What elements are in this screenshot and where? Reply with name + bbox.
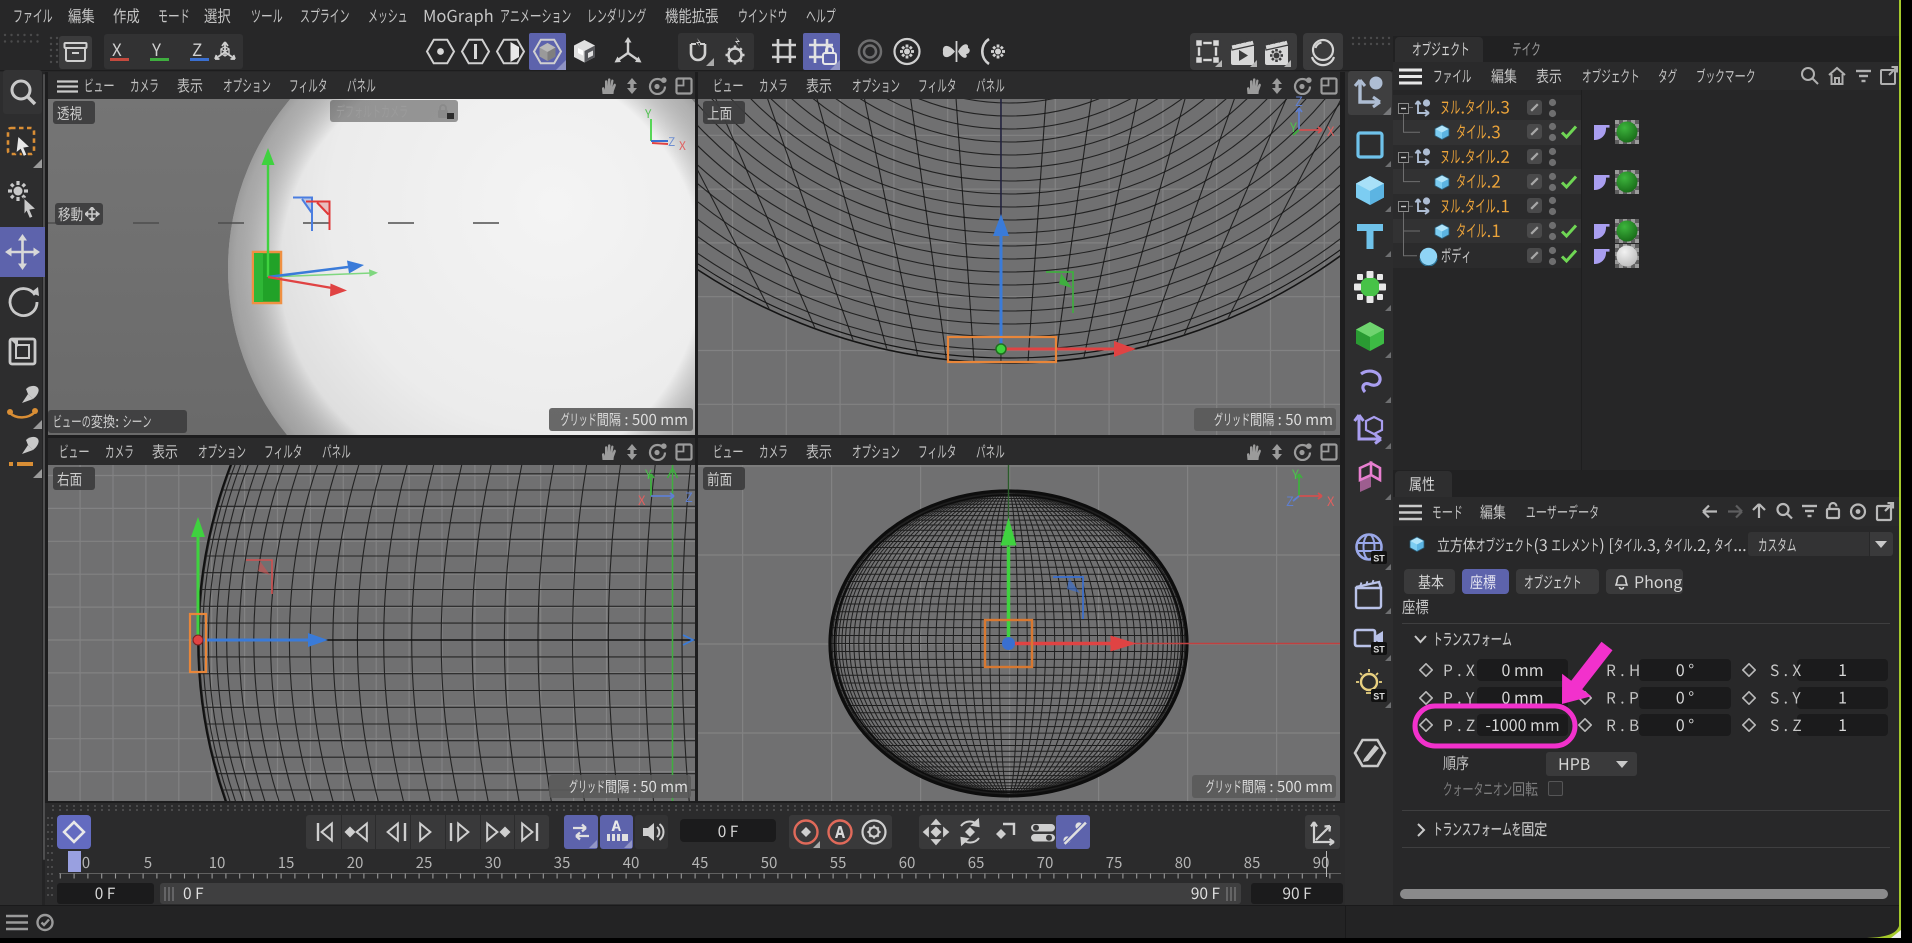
svg-text:ST: ST bbox=[1373, 554, 1385, 564]
svg-text:ST: ST bbox=[1373, 692, 1385, 702]
svg-text:ST: ST bbox=[1373, 645, 1385, 655]
